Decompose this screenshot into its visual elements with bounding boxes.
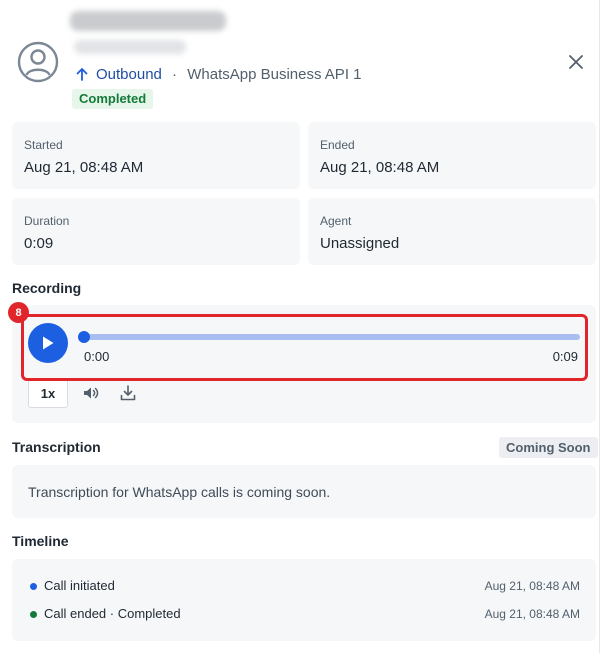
ended-card: Ended Aug 21, 08:48 AM — [308, 122, 596, 189]
transcription-card: Transcription for WhatsApp calls is comi… — [12, 465, 596, 518]
agent-label: Agent — [320, 214, 352, 228]
separator: · — [167, 65, 182, 83]
transcription-title: Transcription — [12, 439, 101, 455]
duration-value: 0:09 — [24, 235, 54, 252]
annotation-badge: 8 — [8, 302, 29, 323]
duration-card: Duration 0:09 — [12, 198, 300, 265]
ended-label: Ended — [320, 138, 355, 152]
volume-icon — [84, 387, 99, 399]
call-details-panel: Outbound · WhatsApp Business API 1 Compl… — [0, 0, 600, 653]
contact-name-redacted — [70, 11, 226, 31]
close-icon — [569, 55, 583, 69]
volume-button[interactable] — [81, 383, 101, 403]
download-button[interactable] — [118, 383, 138, 403]
ended-value: Aug 21, 08:48 AM — [320, 159, 440, 176]
timeline-event-label: Call ended · Completed — [44, 606, 181, 621]
close-button[interactable] — [564, 50, 588, 74]
coming-soon-badge: Coming Soon — [499, 437, 598, 458]
timeline-dot-icon — [30, 611, 37, 618]
timeline-dot-icon — [30, 583, 37, 590]
agent-value: Unassigned — [320, 235, 400, 252]
agent-card: Agent Unassigned — [308, 198, 596, 265]
timeline-event-label: Call initiated — [44, 578, 115, 593]
contact-phone-redacted — [74, 40, 186, 54]
timeline-event: Call initiated Aug 21, 08:48 AM — [28, 578, 580, 596]
started-card: Started Aug 21, 08:48 AM — [12, 122, 300, 189]
player-highlight-box — [21, 314, 588, 381]
status-badge: Completed — [72, 89, 154, 109]
started-value: Aug 21, 08:48 AM — [24, 159, 144, 176]
timeline-title: Timeline — [12, 533, 69, 549]
channel-name: WhatsApp Business API 1 — [187, 65, 362, 83]
call-direction: Outbound — [96, 65, 162, 83]
timeline-event-time: Aug 21, 08:48 AM — [484, 607, 580, 621]
timeline-event: Call ended · Completed Aug 21, 08:48 AM — [28, 606, 580, 624]
timeline-event-time: Aug 21, 08:48 AM — [484, 579, 580, 593]
timeline-card: Call initiated Aug 21, 08:48 AM Call end… — [12, 559, 596, 641]
call-direction-row: Outbound · WhatsApp Business API 1 — [74, 64, 362, 84]
playback-speed-button[interactable]: 1x — [28, 378, 68, 408]
arrow-up-icon — [74, 66, 90, 82]
contact-avatar-icon — [17, 41, 59, 83]
recording-title: Recording — [12, 280, 82, 296]
transcription-text: Transcription for WhatsApp calls is comi… — [28, 484, 331, 500]
started-label: Started — [24, 138, 63, 152]
duration-label: Duration — [24, 214, 70, 228]
download-icon — [120, 385, 136, 401]
